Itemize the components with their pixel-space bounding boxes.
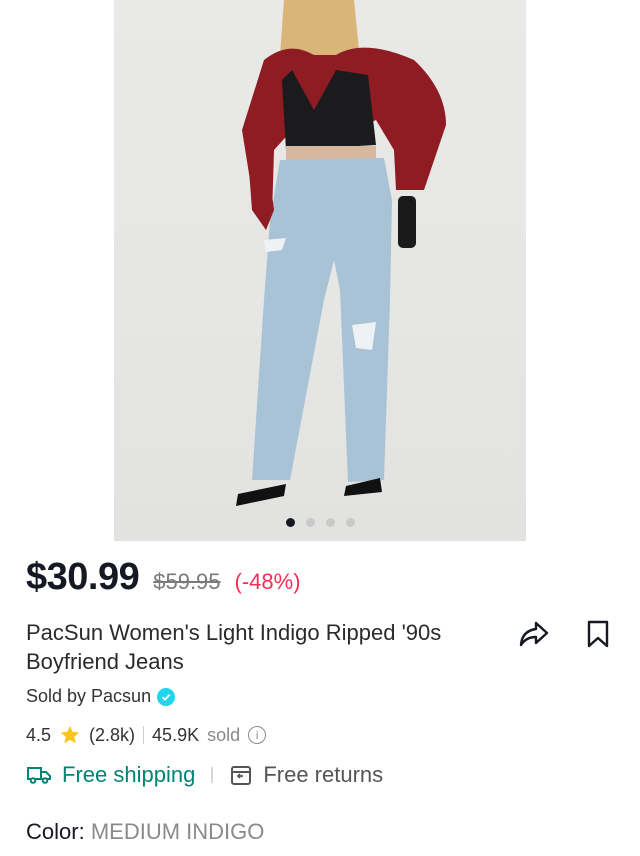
gallery-dot-2[interactable] [305, 518, 315, 527]
discount-percent: (-48%) [234, 569, 301, 594]
verified-check-icon [157, 687, 176, 706]
rating-value: 4.5 [26, 724, 52, 745]
return-box-icon [231, 766, 252, 785]
divider [211, 767, 214, 783]
seller-link[interactable]: Sold by Pacsun [26, 686, 176, 707]
divider [143, 726, 145, 744]
star-icon [60, 725, 80, 744]
truck-icon [27, 767, 51, 784]
product-title: PacSun Women's Light Indigo Ripped '90s … [26, 620, 442, 674]
free-shipping[interactable]: Free shipping [26, 762, 195, 788]
free-shipping-label: Free shipping [62, 762, 196, 787]
bookmark-button[interactable] [582, 618, 614, 650]
rating-row[interactable]: 4.5 (2.8k) 45.9K sold i [26, 724, 267, 746]
gallery-dot-1[interactable] [285, 518, 295, 527]
product-gallery[interactable] [0, 0, 640, 541]
share-arrow-icon [519, 621, 549, 647]
seller-name: Sold by Pacsun [26, 686, 152, 706]
bookmark-icon [587, 620, 609, 648]
color-label: Color: [26, 819, 85, 844]
share-button[interactable] [518, 618, 550, 650]
gallery-dot-4[interactable] [345, 518, 355, 527]
product-image[interactable] [114, 0, 526, 541]
color-value: MEDIUM INDIGO [90, 819, 265, 844]
sold-count: 45.9K [152, 724, 200, 745]
free-returns[interactable]: Free returns [229, 762, 383, 788]
color-selector[interactable]: Color: MEDIUM INDIGO [26, 819, 264, 845]
price-row: $30.99 $59.95 (-48%) [26, 556, 301, 599]
product-actions [518, 618, 614, 650]
gallery-pagination [0, 518, 640, 527]
review-count: (2.8k) [89, 724, 136, 745]
current-price: $30.99 [26, 556, 140, 598]
info-icon[interactable]: i [248, 726, 267, 744]
gallery-dot-3[interactable] [325, 518, 335, 527]
shipping-row: Free shipping Free returns [26, 762, 383, 788]
free-returns-label: Free returns [263, 762, 384, 787]
original-price: $59.95 [153, 569, 221, 594]
sold-label: sold [207, 724, 241, 745]
